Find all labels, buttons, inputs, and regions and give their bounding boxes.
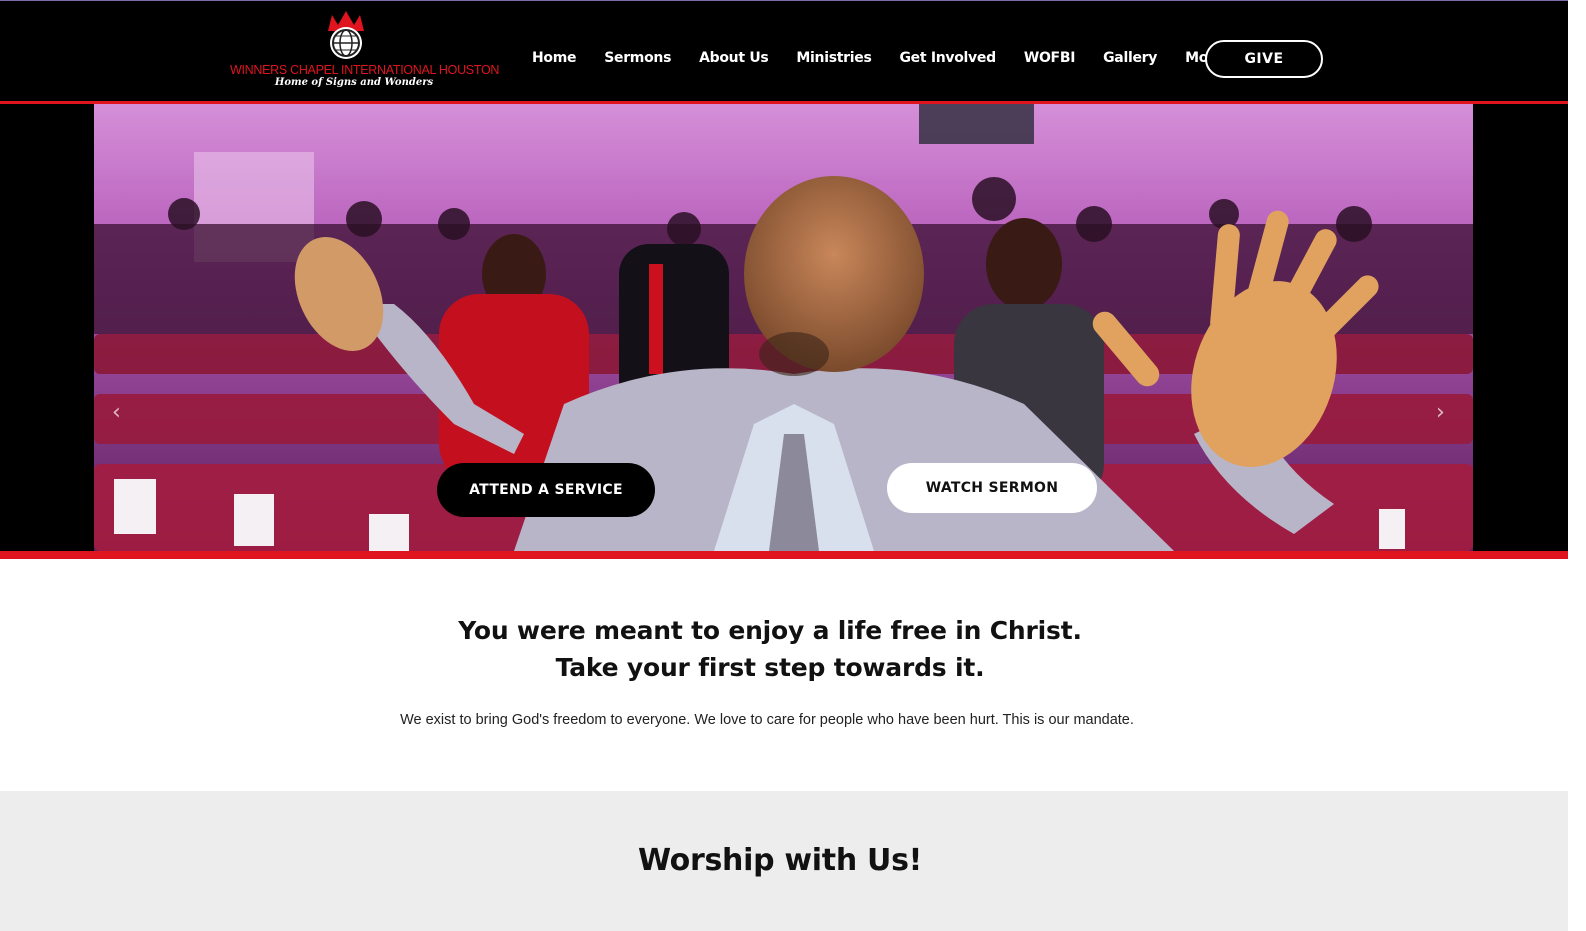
page-edge — [1568, 0, 1586, 931]
attend-service-button[interactable]: ATTEND A SERVICE — [437, 463, 655, 517]
nav-item-about-us[interactable]: About Us — [699, 50, 769, 66]
hero-divider — [0, 551, 1586, 559]
intro-section: You were meant to enjoy a life free in C… — [0, 559, 1586, 791]
watch-sermon-button[interactable]: WATCH SERMON — [887, 463, 1097, 513]
intro-headline-line1: You were meant to enjoy a life free in C… — [458, 616, 1082, 645]
worship-section: Worship with Us! — [0, 791, 1586, 931]
give-button[interactable]: GIVE — [1205, 40, 1323, 78]
crown-globe-emblem-icon — [328, 11, 364, 59]
nav-item-wofbi[interactable]: WOFBI — [1024, 50, 1076, 66]
intro-headline-line2: Take your first step towards it. — [555, 653, 985, 682]
main-nav: Home Sermons About Us Ministries Get Inv… — [532, 47, 1252, 69]
chevron-left-icon[interactable]: ‹ — [112, 400, 132, 430]
chevron-right-icon[interactable]: › — [1436, 400, 1456, 430]
nav-item-sermons[interactable]: Sermons — [604, 50, 671, 66]
site-logo[interactable]: WINNERS CHAPEL INTERNATIONAL HOUSTON Hom… — [228, 7, 500, 91]
worship-photo-illustration — [94, 104, 1473, 551]
hero-image — [94, 104, 1473, 551]
logo-tagline: Home of Signs and Wonders — [274, 77, 434, 88]
nav-item-ministries[interactable]: Ministries — [796, 50, 871, 66]
site-header: WINNERS CHAPEL INTERNATIONAL HOUSTON Hom… — [0, 0, 1586, 103]
nav-item-gallery[interactable]: Gallery — [1103, 50, 1157, 66]
nav-item-home[interactable]: Home — [532, 50, 577, 66]
worship-title: Worship with Us! — [637, 843, 923, 878]
intro-body: We exist to bring God's freedom to every… — [400, 712, 1134, 728]
nav-item-get-involved[interactable]: Get Involved — [899, 50, 996, 66]
logo-name: WINNERS CHAPEL INTERNATIONAL HOUSTON — [230, 63, 500, 77]
